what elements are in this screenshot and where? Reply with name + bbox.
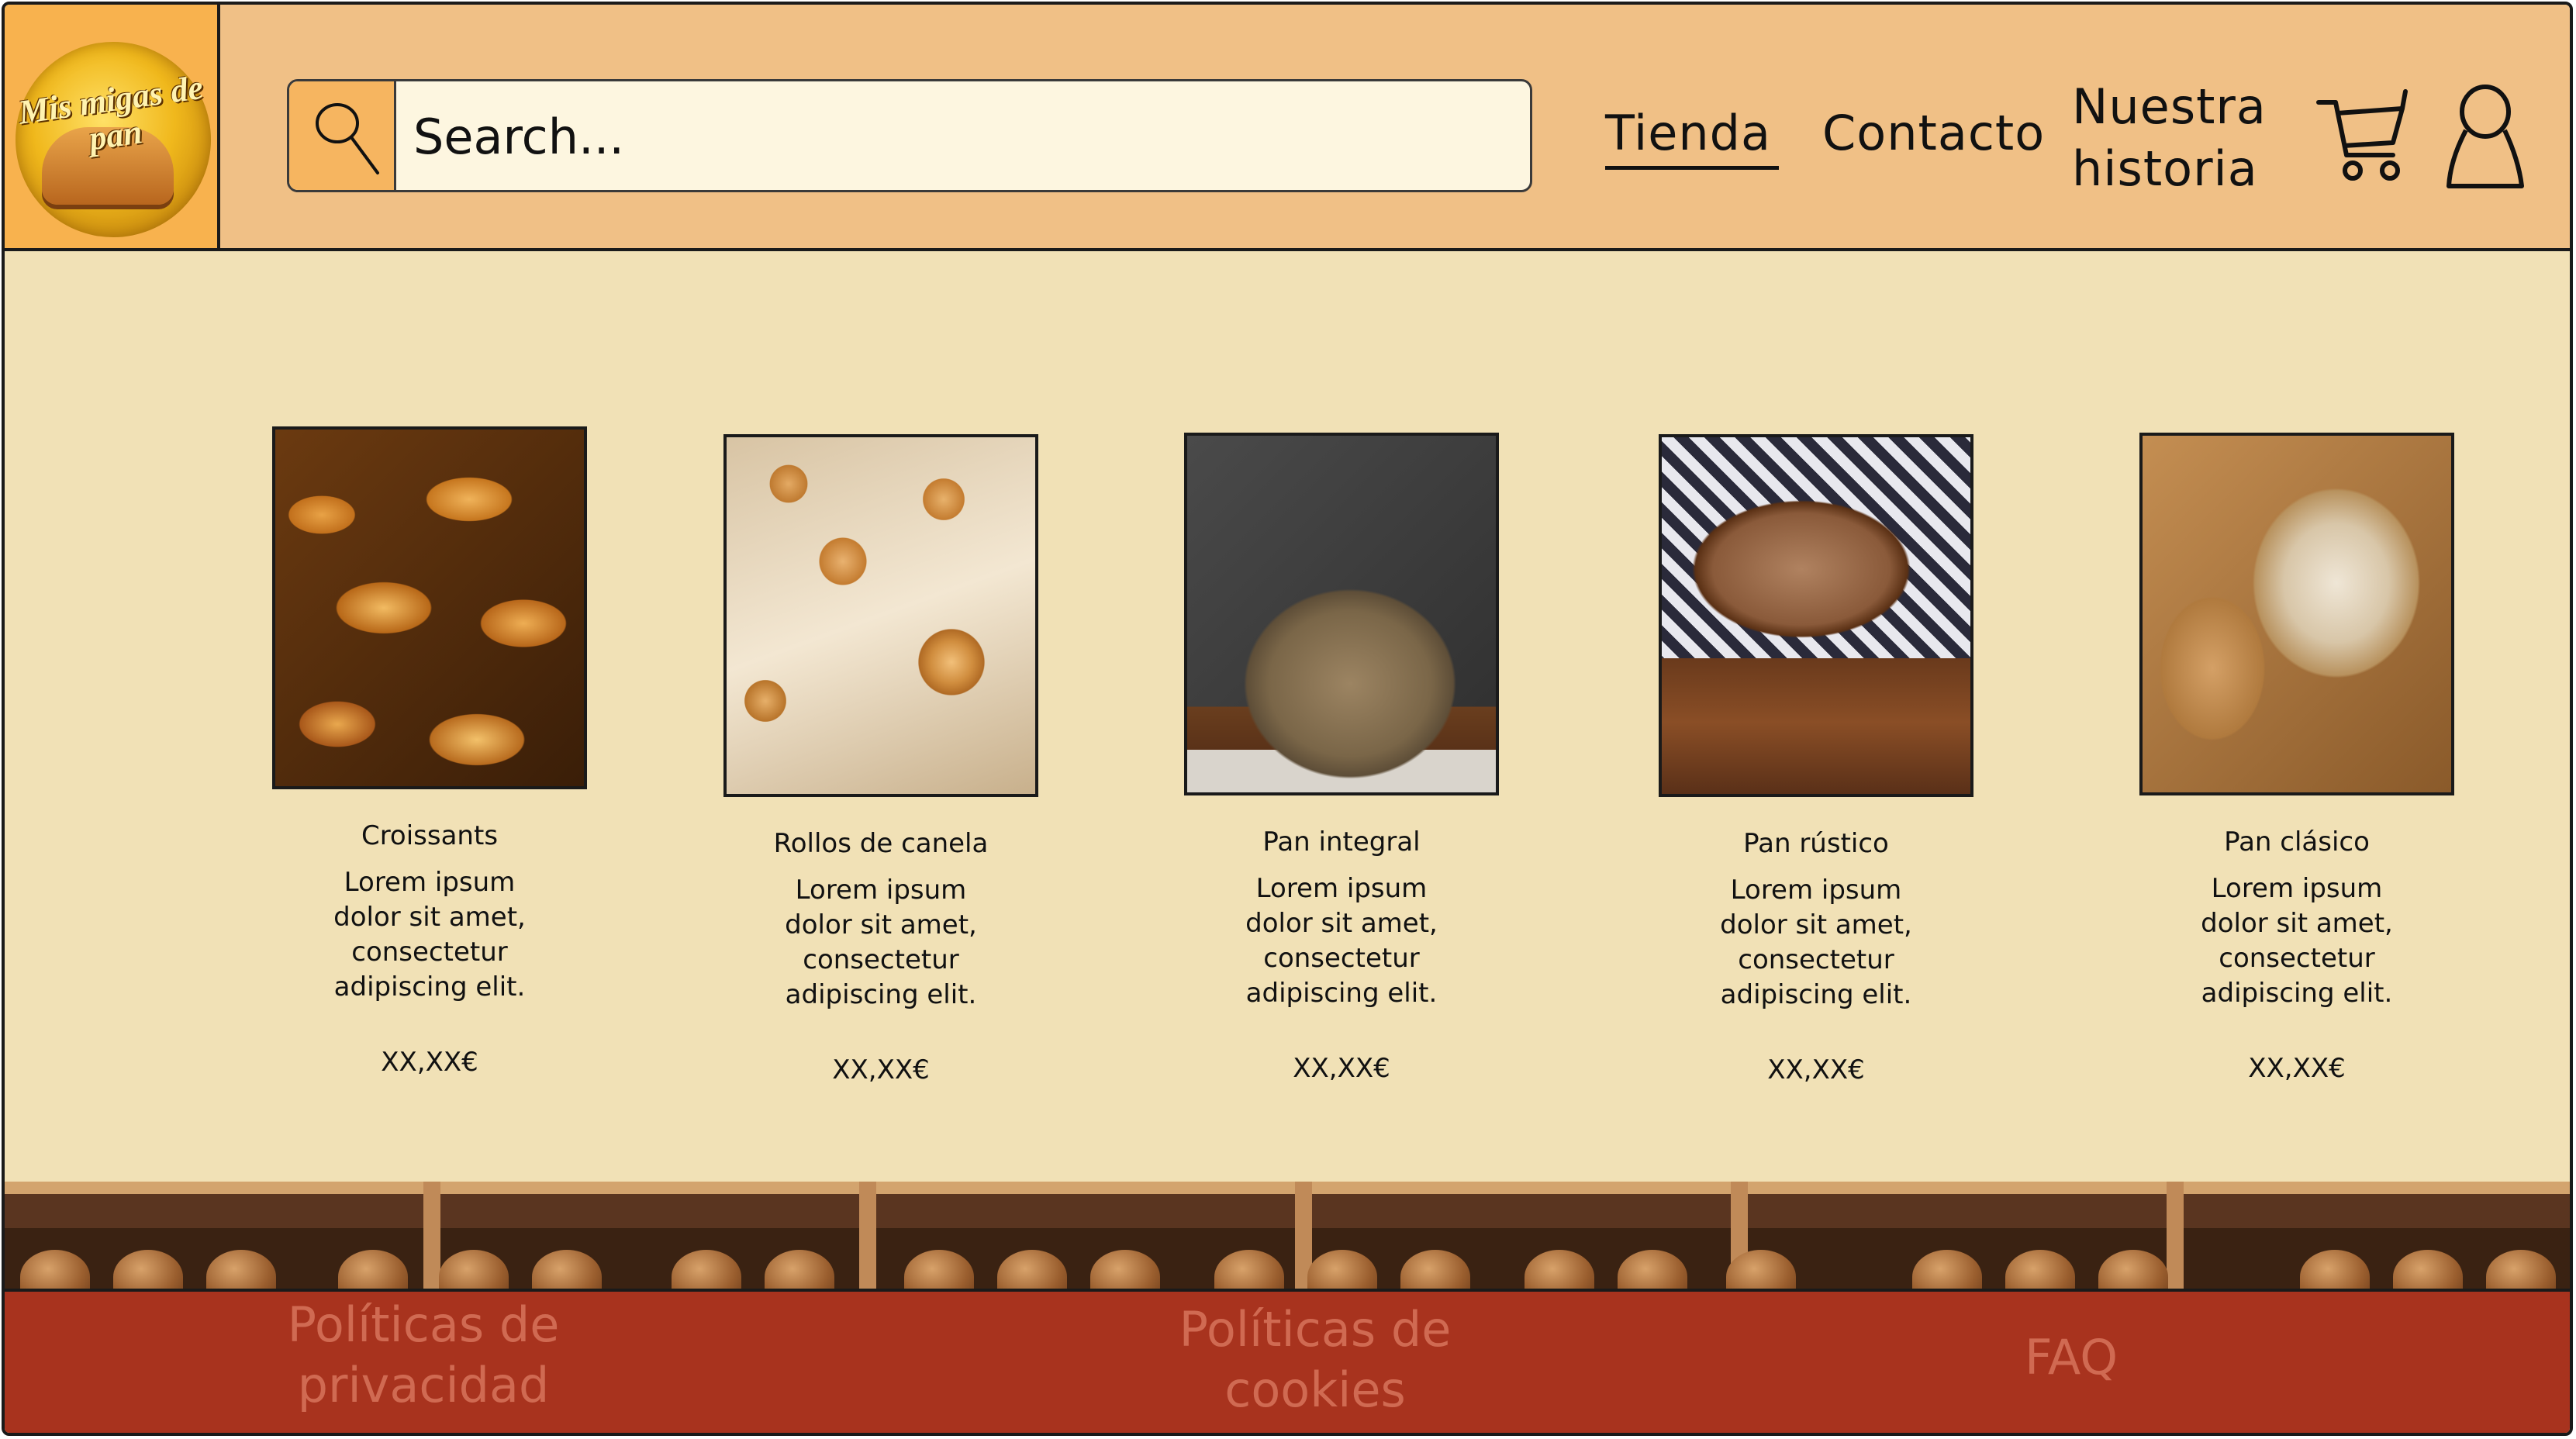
nav-tienda-label: Tienda xyxy=(1605,105,1771,161)
product-image-whole-wheat[interactable] xyxy=(1184,433,1499,795)
bread-roll xyxy=(672,1250,741,1289)
product-card[interactable]: Pan clásico Lorem ipsum dolor sit amet, … xyxy=(2134,433,2460,1084)
bread-roll xyxy=(1618,1250,1687,1289)
nav-tienda[interactable]: Tienda xyxy=(1605,104,1779,170)
logo[interactable]: Mis migas de pan xyxy=(16,42,211,237)
bread-roll xyxy=(765,1250,834,1289)
nav-nuestra-historia[interactable]: Nuestra historia xyxy=(2072,76,2274,200)
product-price: XX,XX€ xyxy=(1767,1054,1865,1085)
footer-faq-link[interactable]: FAQ xyxy=(1974,1327,2168,1388)
bread-roll xyxy=(2300,1250,2370,1289)
bread-roll xyxy=(1090,1250,1160,1289)
footer-privacy-link[interactable]: Políticas de privacidad xyxy=(237,1295,609,1416)
product-price: XX,XX€ xyxy=(1293,1053,1390,1084)
product-price: XX,XX€ xyxy=(2248,1053,2346,1084)
product-grid: Croissants Lorem ipsum dolor sit amet, c… xyxy=(5,251,2570,1182)
bread-roll xyxy=(1525,1250,1594,1289)
bread-roll xyxy=(2393,1250,2463,1289)
product-name: Rollos de canela xyxy=(773,828,989,859)
bread-roll xyxy=(532,1250,602,1289)
search-icon xyxy=(316,103,379,174)
product-name: Pan rústico xyxy=(1743,828,1889,859)
product-price: XX,XX€ xyxy=(832,1054,930,1085)
logo-text: Mis migas de pan xyxy=(16,67,205,158)
search-bar xyxy=(287,79,1532,192)
bread-roll xyxy=(2005,1250,2075,1289)
bread-roll xyxy=(206,1250,276,1289)
bread-roll xyxy=(1912,1250,1982,1289)
bread-roll xyxy=(2098,1250,2168,1289)
footer: Políticas de privacidad Políticas de coo… xyxy=(5,1289,2570,1433)
header: Mis migas de pan Tienda Contacto Nuestra… xyxy=(5,5,2570,251)
logo-box[interactable]: Mis migas de pan xyxy=(5,5,220,248)
product-image-rustic-bread[interactable] xyxy=(1659,434,1973,797)
bread-roll xyxy=(439,1250,509,1289)
product-card[interactable]: Pan rústico Lorem ipsum dolor sit amet, … xyxy=(1653,434,1979,1085)
product-image-croissants[interactable] xyxy=(272,426,587,789)
search-button[interactable] xyxy=(289,81,396,190)
product-description: Lorem ipsum dolor sit amet, consectetur … xyxy=(333,867,526,1002)
active-underline xyxy=(1605,166,1779,170)
page-frame: Mis migas de pan Tienda Contacto Nuestra… xyxy=(2,2,2573,1436)
bread-roll xyxy=(1400,1250,1470,1289)
nav-contacto[interactable]: Contacto xyxy=(1822,104,2045,163)
footer-cookies-link[interactable]: Políticas de cookies xyxy=(1121,1299,1509,1420)
product-card[interactable]: Croissants Lorem ipsum dolor sit amet, c… xyxy=(267,426,592,1078)
product-name: Pan clásico xyxy=(2224,826,2370,858)
product-image-classic-bread[interactable] xyxy=(2139,433,2454,795)
product-price: XX,XX€ xyxy=(381,1047,478,1078)
user-icon[interactable] xyxy=(2443,82,2528,191)
bread-roll xyxy=(2486,1250,2556,1289)
product-description: Lorem ipsum dolor sit amet, consectetur … xyxy=(1720,875,1912,1010)
bread-roll xyxy=(338,1250,408,1289)
bread-roll xyxy=(997,1250,1067,1289)
product-description: Lorem ipsum dolor sit amet, consectetur … xyxy=(785,875,977,1010)
product-image-cinnamon-rolls[interactable] xyxy=(723,434,1038,797)
product-description: Lorem ipsum dolor sit amet, consectetur … xyxy=(1245,873,1438,1009)
product-card[interactable]: Rollos de canela Lorem ipsum dolor sit a… xyxy=(718,434,1044,1085)
bread-roll xyxy=(113,1250,183,1289)
bread-roll xyxy=(20,1250,90,1289)
bread-roll xyxy=(904,1250,974,1289)
search-input[interactable] xyxy=(412,95,1500,178)
bread-shelf-banner xyxy=(5,1182,2570,1289)
bread-roll xyxy=(1307,1250,1377,1289)
product-name: Croissants xyxy=(361,820,499,851)
bread-roll xyxy=(1214,1250,1284,1289)
cart-icon[interactable] xyxy=(2315,85,2409,186)
bread-roll xyxy=(1726,1250,1796,1289)
product-card[interactable]: Pan integral Lorem ipsum dolor sit amet,… xyxy=(1179,433,1504,1084)
product-description: Lorem ipsum dolor sit amet, consectetur … xyxy=(2201,873,2393,1009)
product-name: Pan integral xyxy=(1262,826,1421,858)
